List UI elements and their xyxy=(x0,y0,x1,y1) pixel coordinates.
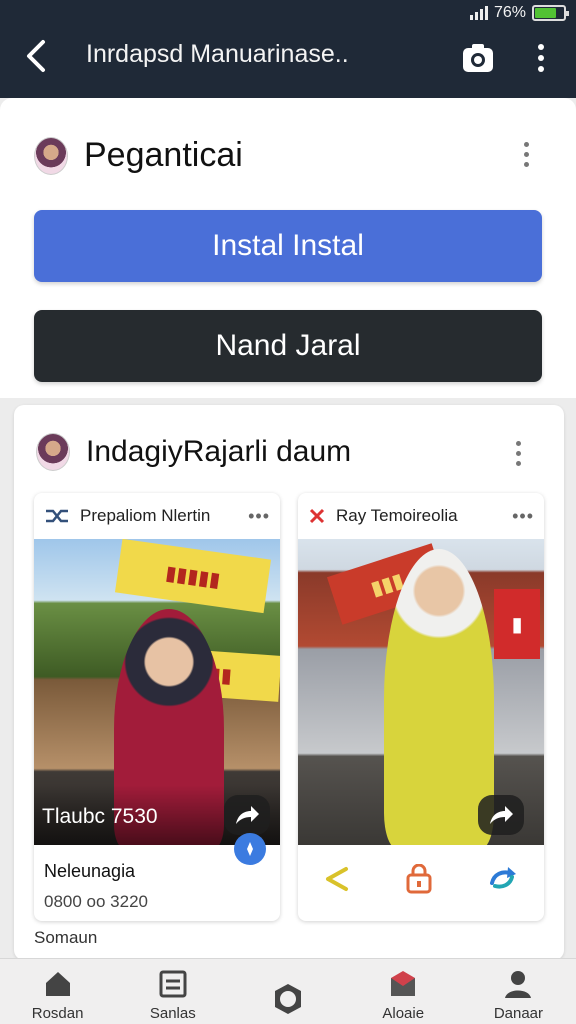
app-bar: 76% Inrdapsd Manuarinase.. xyxy=(0,0,576,98)
battery-fill xyxy=(535,8,557,18)
nav-label: Rosdan xyxy=(31,1005,84,1022)
overflow-menu-button[interactable] xyxy=(526,38,556,78)
share-arrow-icon xyxy=(490,806,513,824)
nav-center[interactable] xyxy=(230,959,345,1024)
nav-home[interactable]: Rosdan xyxy=(0,959,115,1024)
nav-profile[interactable]: Danaar xyxy=(461,959,576,1024)
home-icon xyxy=(45,972,70,996)
battery-icon xyxy=(532,5,569,21)
profile-more-icon[interactable] xyxy=(524,142,529,167)
camera-button[interactable] xyxy=(458,38,498,78)
section-label: Somaun xyxy=(34,928,98,947)
hexagon-icon xyxy=(275,984,301,1014)
feed-more-icon[interactable] xyxy=(516,441,521,466)
post-more-icon[interactable]: ••• xyxy=(512,506,534,527)
profile-header: Peganticai xyxy=(34,136,243,175)
share-arrow-icon xyxy=(236,806,259,824)
bottom-nav: Rosdan Sanlas Aloaie Danaar xyxy=(0,958,576,1024)
post-user: Neleunagia xyxy=(44,861,136,881)
nav-label: Sanlas xyxy=(149,1005,196,1022)
battery-percentage: 76% xyxy=(493,4,526,21)
share-button[interactable] xyxy=(224,795,270,835)
post-stats: 0800 oo 3220 xyxy=(44,892,148,911)
close-icon xyxy=(309,508,325,524)
post-header: Prepaliom Nlertin ••• xyxy=(34,493,280,539)
feed-title: IndagiyRajarli daum xyxy=(86,435,352,468)
feed-card: IndagiyRajarli daum Prepaliom Nlertin ••… xyxy=(14,405,564,960)
back-button[interactable] xyxy=(18,36,54,76)
share-icon[interactable] xyxy=(324,865,352,893)
shop-sign-side: ▮ xyxy=(494,589,540,659)
lock-icon[interactable] xyxy=(404,864,434,894)
post-source: Prepaliom Nlertin xyxy=(80,506,211,525)
post-image[interactable]: ▮▮▮ ▮ xyxy=(298,539,544,845)
profile-name: Peganticai xyxy=(84,136,243,174)
avatar[interactable] xyxy=(34,136,68,175)
status-bar: 76% xyxy=(469,2,569,24)
app-title: Inrdapsd Manuarinase.. xyxy=(86,40,349,68)
feed-avatar[interactable] xyxy=(36,433,70,471)
post-header: Ray Temoireolia ••• xyxy=(298,493,544,539)
post-source: Ray Temoireolia xyxy=(336,506,458,525)
nav-list[interactable]: Sanlas xyxy=(115,959,230,1024)
back-chevron-icon xyxy=(27,40,45,72)
repost-icon[interactable] xyxy=(486,865,518,893)
person-figure xyxy=(384,549,494,845)
person-icon xyxy=(505,971,532,998)
explore-button[interactable] xyxy=(234,833,266,865)
install-button[interactable]: Instal Instal xyxy=(34,210,542,282)
share-button[interactable] xyxy=(478,795,524,835)
feed-header: IndagiyRajarli daum xyxy=(36,433,351,471)
nav-label: Aloaie xyxy=(382,1005,425,1022)
post-card[interactable]: Prepaliom Nlertin ••• ▮▮▮▮▮ ▮▮▮▮ Tlaubc … xyxy=(34,493,280,921)
mail-icon xyxy=(391,971,416,996)
nav-label: Danaar xyxy=(493,1005,544,1022)
more-vertical-icon xyxy=(538,44,544,72)
list-icon xyxy=(159,970,187,998)
nav-mail[interactable]: Aloaie xyxy=(346,959,461,1024)
post-image[interactable]: ▮▮▮▮▮ ▮▮▮▮ Tlaubc 7530 xyxy=(34,539,280,845)
compass-icon xyxy=(247,842,253,856)
camera-icon xyxy=(463,44,493,72)
signal-icon xyxy=(469,6,488,20)
post-more-icon[interactable]: ••• xyxy=(248,506,270,527)
post-actions xyxy=(298,851,544,907)
image-caption: Tlaubc 7530 xyxy=(42,805,158,828)
shuffle-icon xyxy=(46,509,68,523)
secondary-button[interactable]: Nand Jaral xyxy=(34,310,542,382)
post-card[interactable]: Ray Temoireolia ••• ▮▮▮ ▮ xyxy=(298,493,544,921)
